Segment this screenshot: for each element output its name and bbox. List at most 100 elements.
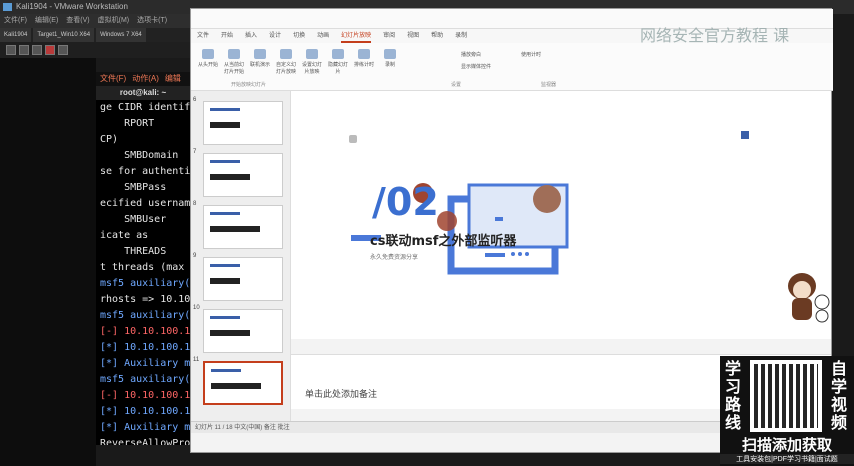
browser-icon[interactable] [45,45,55,55]
ribbon-tab[interactable]: 视图 [407,29,419,43]
ribbon-tab[interactable]: 录制 [455,29,467,43]
qr-code-icon [750,360,822,432]
ribbon-tab[interactable]: 切换 [293,29,305,43]
vmware-tab-kali[interactable]: Kali1904 [0,28,32,42]
slide-thumbnails[interactable]: 6 7 8 9 10 11 [191,91,291,421]
notes-placeholder: 单击此处添加备注 [305,389,378,399]
promo-right-char: 视 [830,395,847,414]
ribbon-group-setup: 设置 [451,82,462,88]
ribbon-button-label: 隐藏幻灯片 [327,62,348,75]
terminal-menu-action[interactable]: 动作(A) [132,72,159,86]
terminal-line: SMBPass [100,182,167,193]
ribbon-button-label: 自定义幻灯片放映 [275,62,296,75]
terminal-line: [-] 10.10.100.1 [100,390,190,401]
terminal-line: SMBUser [100,214,167,225]
promo-footer: 工具安装包|PDF学习书籍|面试题 [720,454,854,464]
mascot-icon [788,273,830,323]
ribbon-tab[interactable]: 设计 [269,29,281,43]
files-icon[interactable] [32,45,42,55]
terminal-line: msf5 auxiliary( [100,278,190,289]
ribbon-button-label: 从头开始 [197,62,218,68]
ribbon-checkbox[interactable]: 使用计时 [521,51,541,58]
brown-circle [533,185,561,213]
terminal-icon[interactable] [58,45,68,55]
desktop-background [0,58,96,466]
terminal-line: [*] 10.10.100.1 [100,342,190,353]
vmware-tab-target[interactable]: Target1_Win10 X64 [33,28,95,42]
thumbnail-number: 10 [193,305,200,311]
vmware-title: Kali1904 - VMware Workstation [16,2,128,11]
terminal-line: icate as [100,230,149,241]
app-launcher-icon[interactable] [6,45,16,55]
vmware-tab-win7[interactable]: Windows 7 X64 [96,28,146,42]
kali-panel-toolbar [0,42,190,58]
terminal-line: SMBDomain [100,150,179,161]
ribbon-button[interactable]: 从当前幻灯片开始 [223,49,245,75]
ribbon-tab[interactable]: 审阅 [383,29,395,43]
vmware-menu-file[interactable]: 文件(F) [4,14,27,28]
slide-thumbnail[interactable] [203,153,283,197]
promo-cta: 扫描添加获取 [741,436,832,454]
ribbon-button[interactable]: 自定义幻灯片放映 [275,49,297,75]
ribbon-button[interactable]: 联机演示 [249,49,271,68]
frame-dot-3 [525,252,529,256]
toolbar-dot [349,135,357,143]
ribbon-button-label: 设置幻灯片放映 [301,62,322,75]
slide-thumbnail[interactable] [203,257,283,301]
vmware-menubar: 文件(F) 编辑(E) 查看(V) 虚拟机(M) 选项卡(T) [0,14,190,28]
terminal-menu-edit[interactable]: 编辑 [165,72,181,86]
thumbnail-number: 8 [193,201,197,207]
ribbon-button[interactable]: 录制 [379,49,401,68]
ribbon-button[interactable]: 排练计时 [353,49,375,68]
ribbon-button[interactable]: 设置幻灯片放映 [301,49,323,75]
ribbon: 开始放映幻灯片 设置 监视器 从头开始 从当前幻灯片开始 联机演示 自定义幻灯片放映设… [191,43,833,91]
promo-right-char: 频 [830,413,847,432]
terminal-line: [*] Auxiliary m [100,422,190,433]
thumbnail-number: 7 [193,149,197,155]
ribbon-checkbox[interactable]: 显示媒体控件 [461,63,491,70]
desktop-icon[interactable] [19,45,29,55]
red-dot [437,211,457,231]
vmware-menu-view[interactable]: 查看(V) [66,14,89,28]
vmware-menu-tabs[interactable]: 选项卡(T) [137,14,167,28]
ribbon-tab[interactable]: 帮助 [431,29,443,43]
frame-dot-2 [518,252,522,256]
thumbnail-number: 11 [193,357,200,363]
terminal-menu-file[interactable]: 文件(F) [100,72,126,86]
promo-right-char: 自 [830,359,847,378]
ribbon-tab[interactable]: 动画 [317,29,329,43]
terminal-line: t threads (max [100,262,185,273]
slide-thumbnail[interactable] [203,309,283,353]
terminal-line: msf5 auxiliary( [100,310,190,321]
ribbon-button-icon [332,49,344,59]
shield-icon [741,131,749,139]
ribbon-group-monitor: 监视器 [541,82,557,88]
promo-left-text: 学 习 路 线 [724,360,742,432]
ribbon-group-start: 开始放映幻灯片 [231,82,267,88]
frame-dot-1 [511,252,515,256]
ribbon-button-label: 排练计时 [353,62,374,68]
ribbon-button-label: 录制 [384,62,395,68]
promo-left-char: 线 [724,413,741,432]
slide-thumbnail[interactable] [203,101,283,145]
terminal-line: THREADS [100,246,167,257]
ribbon-tab[interactable]: 文件 [197,29,209,43]
ribbon-button-label: 从当前幻灯片开始 [223,62,244,75]
slide-thumbnail[interactable] [203,361,283,405]
ribbon-tab[interactable]: 幻灯片放映 [341,29,372,43]
ribbon-tab[interactable]: 插入 [245,29,257,43]
vmware-menu-edit[interactable]: 编辑(E) [35,14,58,28]
thumbnail-number: 6 [193,97,197,103]
frame-mark [495,217,503,221]
ribbon-tab[interactable]: 开始 [221,29,233,43]
vmware-tabbar: Kali1904 Target1_Win10 X64 Windows 7 X64 [0,28,190,42]
terminal-line: ReverseAllowPro [100,438,190,445]
terminal-title: root@kali: ~ [96,86,190,100]
ribbon-checkbox[interactable]: 播放旁白 [461,51,481,58]
ribbon-button[interactable]: 从头开始 [197,49,219,68]
vmware-menu-vm[interactable]: 虚拟机(M) [98,14,130,28]
terminal-line: [*] 10.10.100.1 [100,406,190,417]
terminal-output[interactable]: ge CIDR identif RPORT CP) SMBDomain se for… [96,100,190,445]
slide-thumbnail[interactable] [203,205,283,249]
ribbon-button[interactable]: 隐藏幻灯片 [327,49,349,75]
